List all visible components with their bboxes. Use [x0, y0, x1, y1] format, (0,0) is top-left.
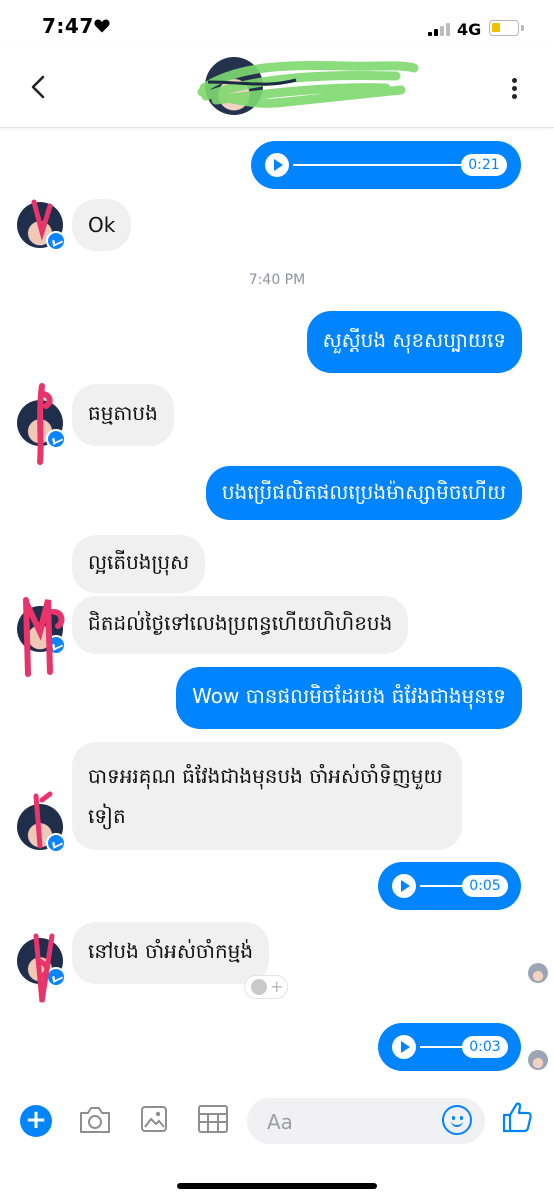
home-indicator [177, 1183, 377, 1189]
message-received: ធម្មតាបង [72, 384, 174, 446]
message-received: បាទអរគុណ ធំវែងជាងមុនបង ចាំអស់ចាំទិញមួយទៀ… [72, 742, 462, 850]
message-received: នៅបង ចាំអស់ចាំកម្មង់ [72, 922, 270, 984]
voice-message[interactable]: 0:21 [251, 141, 521, 189]
contact-avatar-small[interactable] [17, 938, 66, 987]
back-icon[interactable] [26, 72, 52, 102]
sticker-icon[interactable] [197, 1104, 229, 1134]
message-sent: Wow បានផលមិចដែរបង ធំវែងជាងមុនទេ [176, 667, 522, 729]
contact-avatar-small[interactable] [17, 400, 66, 449]
messenger-badge-icon [46, 231, 66, 251]
message-received: ជិតដល់ថ្ងៃទៅលេងប្រពន្ធហើយហិហិខបង [72, 596, 409, 654]
message-input[interactable]: Aa [247, 1098, 485, 1144]
voice-message[interactable]: 0:03 [378, 1023, 521, 1071]
timestamp: 7:40 PM [248, 272, 306, 288]
gallery-icon[interactable] [140, 1104, 168, 1134]
contact-avatar-small[interactable] [17, 606, 66, 655]
message-input-placeholder: Aa [267, 1110, 293, 1134]
battery-icon [489, 20, 519, 36]
messenger-badge-icon [46, 635, 66, 655]
message-composer: + Aa [0, 1090, 554, 1150]
camera-icon[interactable] [78, 1104, 112, 1136]
signal-icon [428, 22, 450, 36]
voice-duration: 0:05 [462, 875, 508, 897]
redaction-scribble [197, 60, 419, 108]
message-sent: សួស្ដីបង សុខសប្បាយទេ [306, 311, 522, 373]
play-icon[interactable] [392, 874, 416, 898]
voice-message[interactable]: 0:05 [378, 862, 521, 910]
contact-avatar-small[interactable] [17, 202, 66, 251]
play-icon[interactable] [392, 1035, 416, 1059]
conversation-header [0, 44, 554, 128]
voice-duration: 0:21 [461, 154, 507, 176]
message-received: ល្អតើបងប្រុស [72, 535, 206, 593]
messenger-badge-icon [46, 833, 66, 853]
messenger-badge-icon [46, 429, 66, 449]
seen-avatar [528, 963, 548, 983]
more-options-icon[interactable] [508, 78, 520, 102]
play-icon[interactable] [265, 153, 289, 177]
status-time: 7:47 [42, 14, 94, 38]
heart-icon [94, 19, 110, 33]
plus-icon[interactable]: + [20, 1105, 52, 1137]
message-sent: បងប្រើផលិតផលប្រេងម៉ាស្សាមិចហើយ [205, 466, 522, 520]
network-label: 4G [457, 20, 482, 39]
messenger-badge-icon [46, 967, 66, 987]
emoji-icon[interactable] [442, 1105, 472, 1135]
message-received: Ok [72, 199, 132, 251]
contact-avatar-small[interactable] [17, 804, 66, 853]
like-icon[interactable] [500, 1100, 534, 1134]
add-reaction-icon[interactable]: + [244, 975, 288, 999]
voice-duration: 0:03 [462, 1036, 508, 1058]
status-bar: 7:47 4G [0, 0, 554, 44]
seen-avatar [528, 1050, 548, 1070]
